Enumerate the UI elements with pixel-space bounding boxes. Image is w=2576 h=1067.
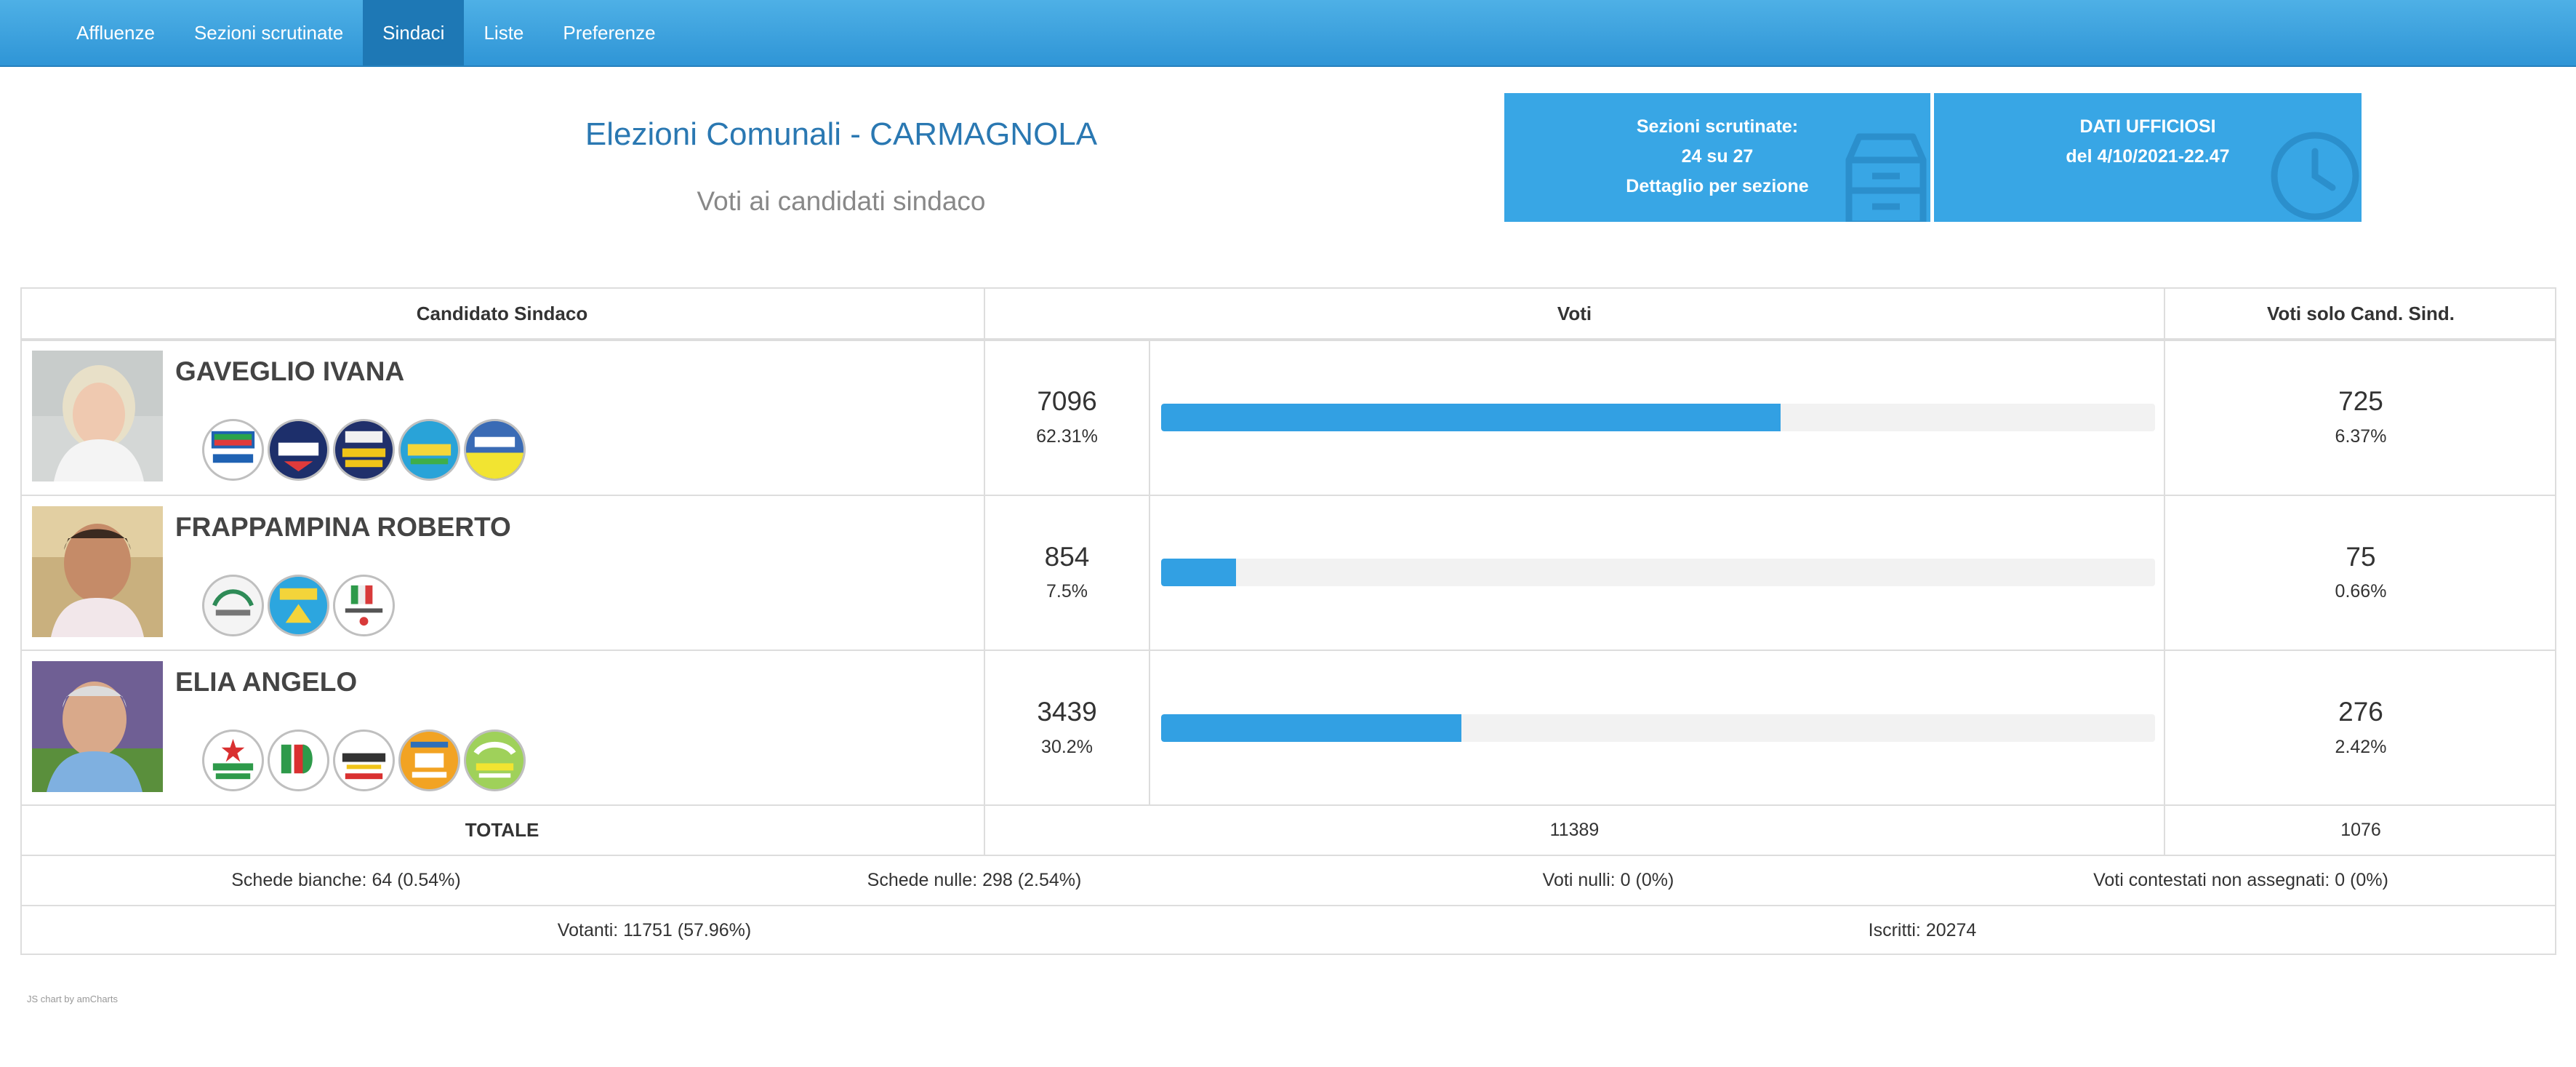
candidate-photo	[32, 506, 163, 637]
nav-preferenze[interactable]: Preferenze	[543, 0, 675, 65]
party-logo	[268, 730, 329, 791]
votes-progress-bar	[1161, 559, 2155, 586]
party-logo	[333, 419, 395, 481]
party-logo	[202, 730, 264, 791]
contested-votes: Voti contestati non assegnati: 0 (0%)	[2093, 870, 2388, 890]
total-label: TOTALE	[465, 819, 539, 841]
null-votes: Voti nulli: 0 (0%)	[1542, 870, 1674, 890]
nav-liste[interactable]: Liste	[464, 0, 543, 65]
sections-count: 24 su 27	[1681, 146, 1754, 167]
candidate-votes: 3439	[1037, 697, 1097, 727]
page-subtitle: Voti ai candidati sindaco	[697, 186, 986, 216]
candidate-name: FRAPPAMPINA ROBERTO	[175, 512, 511, 542]
votes-progress-bar	[1161, 714, 2155, 742]
total-votes: 11389	[1549, 820, 1600, 840]
sections-info-box[interactable]: Sezioni scrutinate: 24 su 27 Dettaglio p…	[1504, 93, 1930, 222]
candidate-photo	[32, 351, 163, 481]
party-logo	[464, 419, 526, 481]
sections-label: Sezioni scrutinate:	[1636, 116, 1799, 137]
party-logos	[202, 730, 529, 791]
candidate-votes-percent: 30.2%	[1041, 737, 1093, 757]
top-navbar: Affluenze Sezioni scrutinate Sindaci Lis…	[0, 0, 2576, 67]
official-data-timestamp: del 4/10/2021-22.47	[2066, 146, 2230, 167]
party-logo	[268, 575, 329, 636]
official-data-box: DATI UFFICIOSI del 4/10/2021-22.47	[1934, 93, 2362, 222]
only-candidate-percent: 2.42%	[2335, 737, 2387, 757]
header-only-candidate-votes: Voti solo Cand. Sind.	[2266, 303, 2455, 324]
null-ballots: Schede nulle: 298 (2.54%)	[867, 870, 1082, 890]
only-candidate-votes: 75	[2346, 542, 2376, 572]
nav-sezioni-scrutinate[interactable]: Sezioni scrutinate	[174, 0, 363, 65]
party-logo	[268, 419, 329, 481]
candidate-votes: 854	[1044, 542, 1090, 572]
header-candidate: Candidato Sindaco	[416, 303, 588, 324]
candidate-votes: 7096	[1037, 386, 1097, 416]
party-logo	[464, 730, 526, 791]
party-logo	[398, 419, 460, 481]
only-candidate-percent: 6.37%	[2335, 426, 2387, 447]
total-only-candidate-votes: 1076	[2340, 820, 2381, 840]
nav-sindaci[interactable]: Sindaci	[363, 0, 465, 65]
page-title: Elezioni Comunali - CARMAGNOLA	[585, 116, 1098, 152]
candidate-votes-percent: 7.5%	[1046, 581, 1088, 602]
party-logos	[202, 419, 529, 481]
party-logo	[202, 419, 264, 481]
votes-progress-bar	[1161, 404, 2155, 431]
party-logo	[333, 730, 395, 791]
nav-affluenze[interactable]: Affluenze	[57, 0, 174, 65]
voters-count: Votanti: 11751 (57.96%)	[557, 920, 752, 940]
party-logo	[398, 730, 460, 791]
candidate-name: GAVEGLIO IVANA	[175, 356, 405, 386]
candidate-votes-percent: 62.31%	[1036, 426, 1098, 447]
only-candidate-votes: 276	[2338, 697, 2383, 727]
candidate-photo	[32, 661, 163, 792]
registered-count: Iscritti: 20274	[1868, 920, 1977, 940]
party-logos	[202, 575, 398, 636]
party-logo	[202, 575, 264, 636]
blank-ballots: Schede bianche: 64 (0.54%)	[231, 870, 461, 890]
party-logo	[333, 575, 395, 636]
only-candidate-votes: 725	[2338, 386, 2383, 416]
chart-credit[interactable]: JS chart by amCharts	[27, 994, 118, 1004]
candidate-name: ELIA ANGELO	[175, 667, 358, 697]
only-candidate-percent: 0.66%	[2335, 581, 2387, 602]
header-votes: Voti	[1557, 303, 1592, 324]
official-data-label: DATI UFFICIOSI	[2079, 116, 2216, 137]
sections-detail-link[interactable]: Dettaglio per sezione	[1504, 172, 1930, 201]
